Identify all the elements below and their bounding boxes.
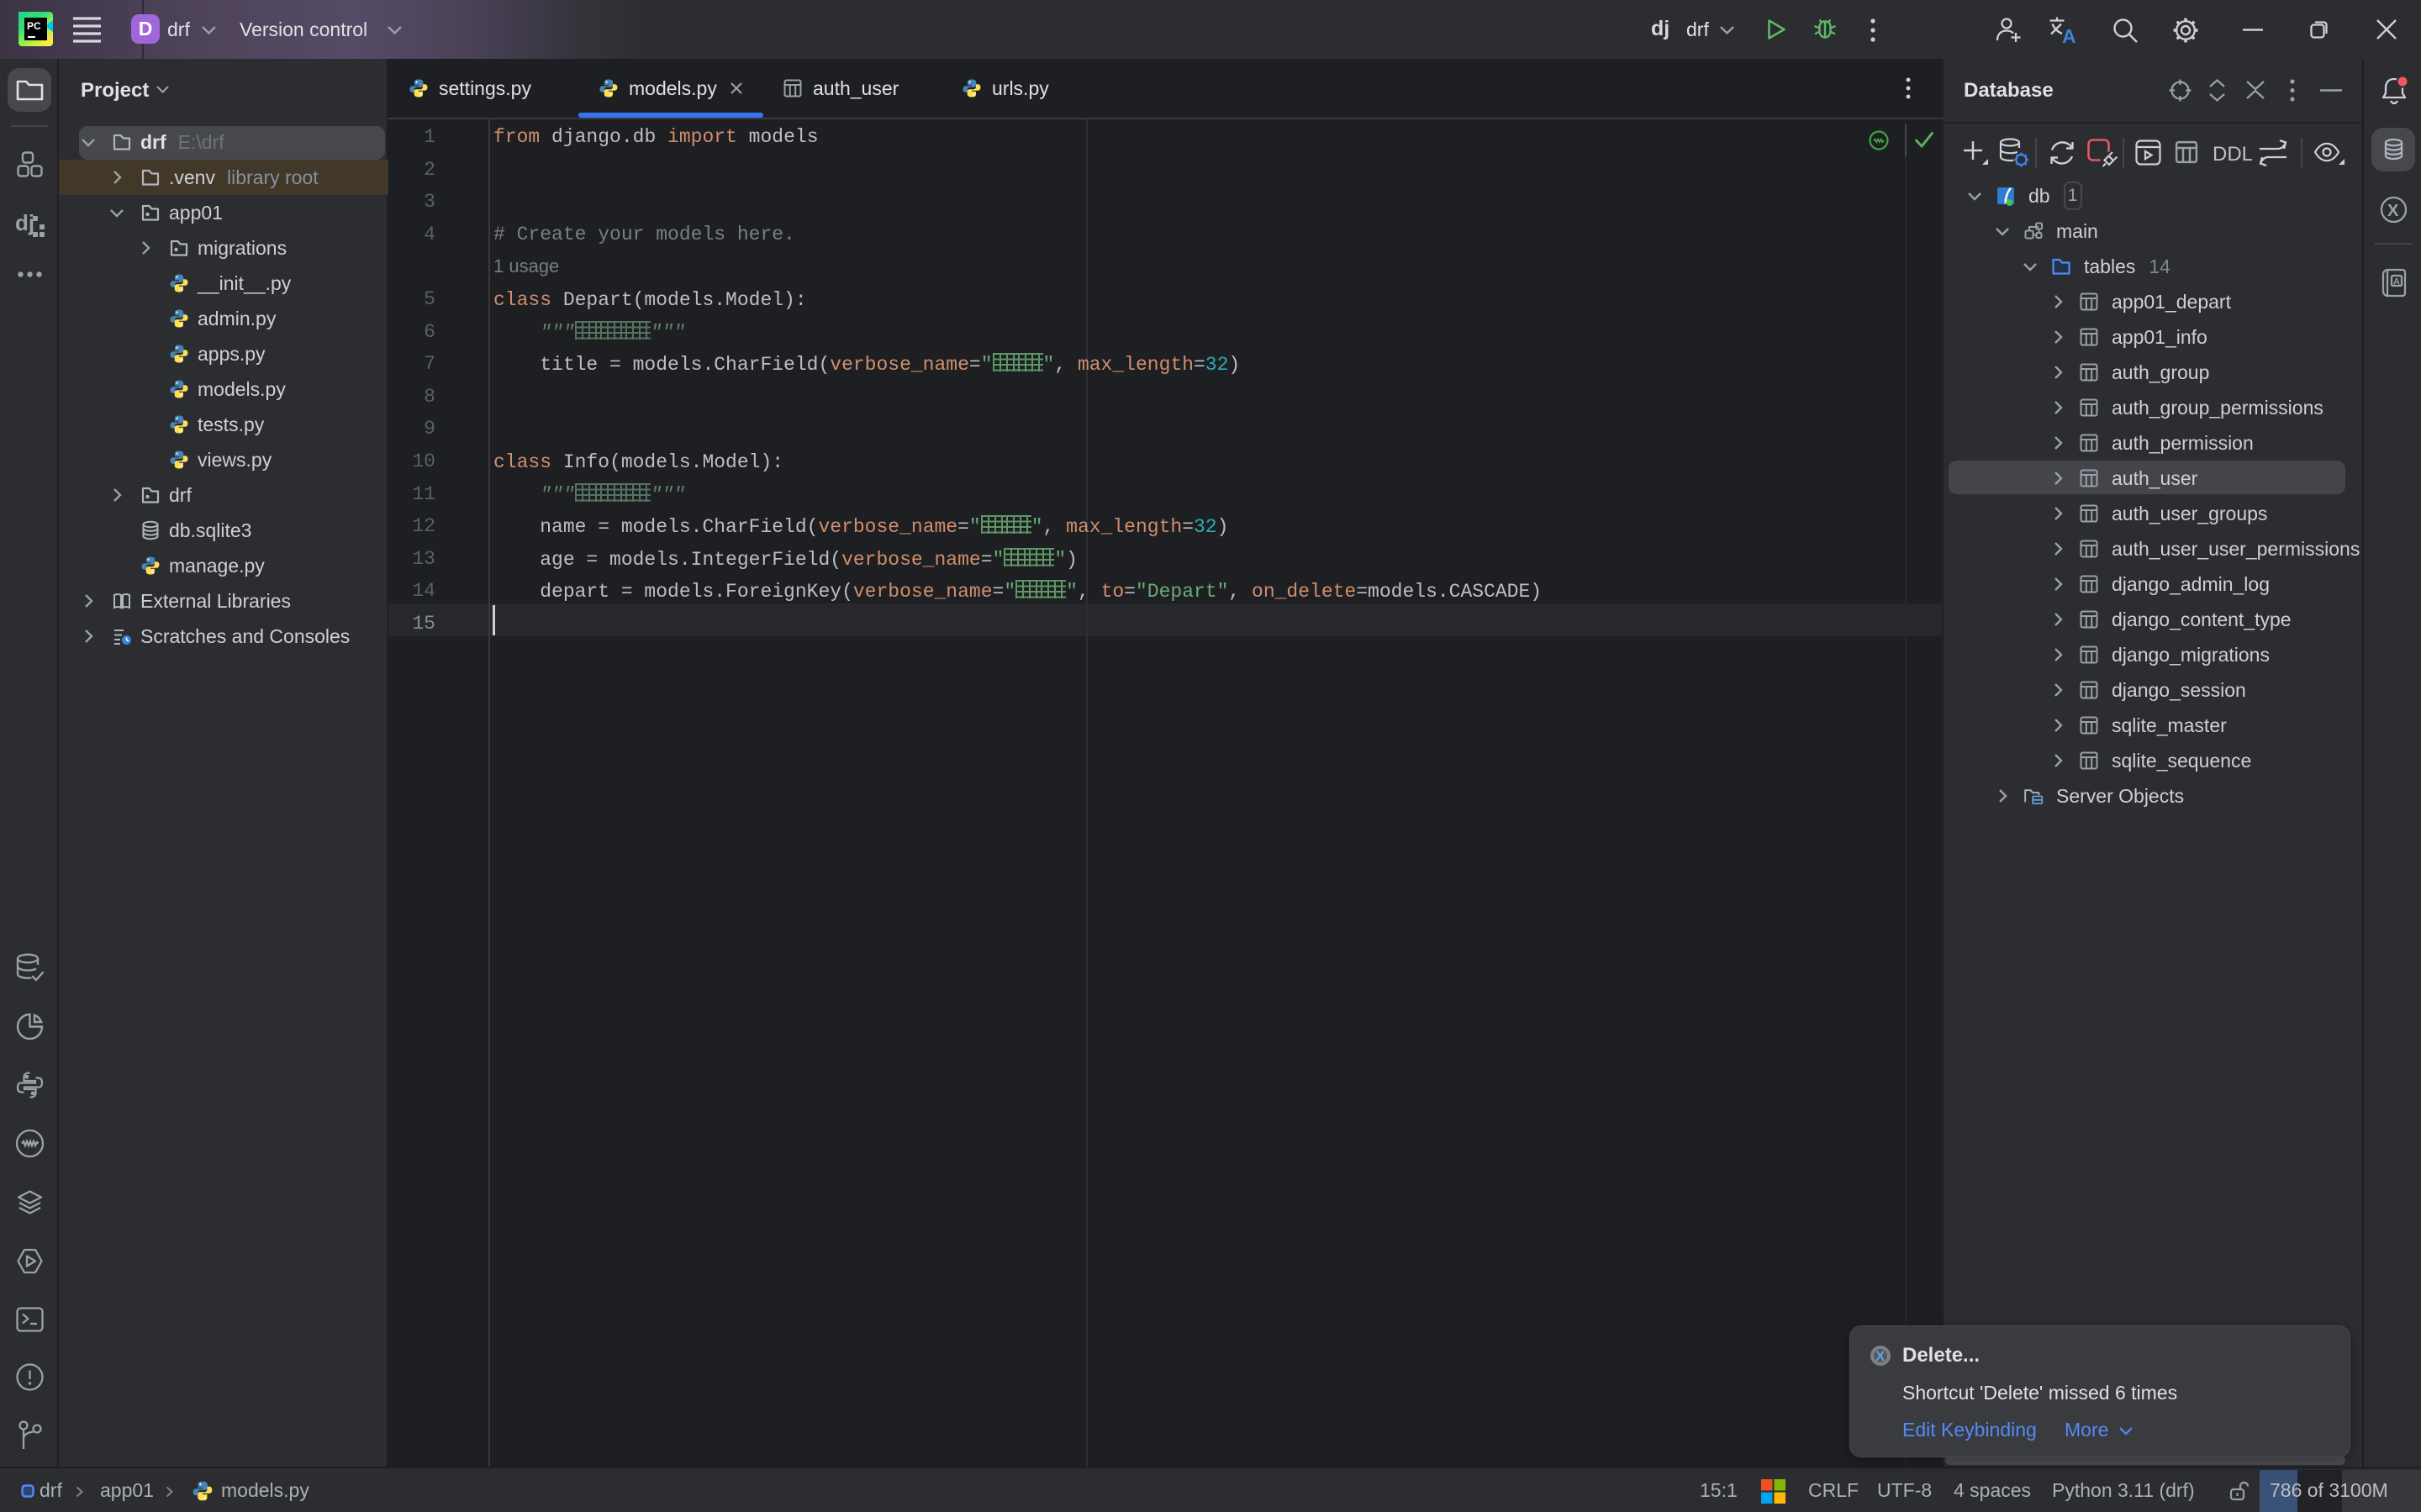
svg-text:dj: dj xyxy=(16,212,34,235)
svg-text:X: X xyxy=(2387,202,2399,220)
svg-text:A: A xyxy=(2393,277,2400,287)
svg-text:A: A xyxy=(2062,25,2076,45)
svg-text:X: X xyxy=(1875,1348,1886,1364)
